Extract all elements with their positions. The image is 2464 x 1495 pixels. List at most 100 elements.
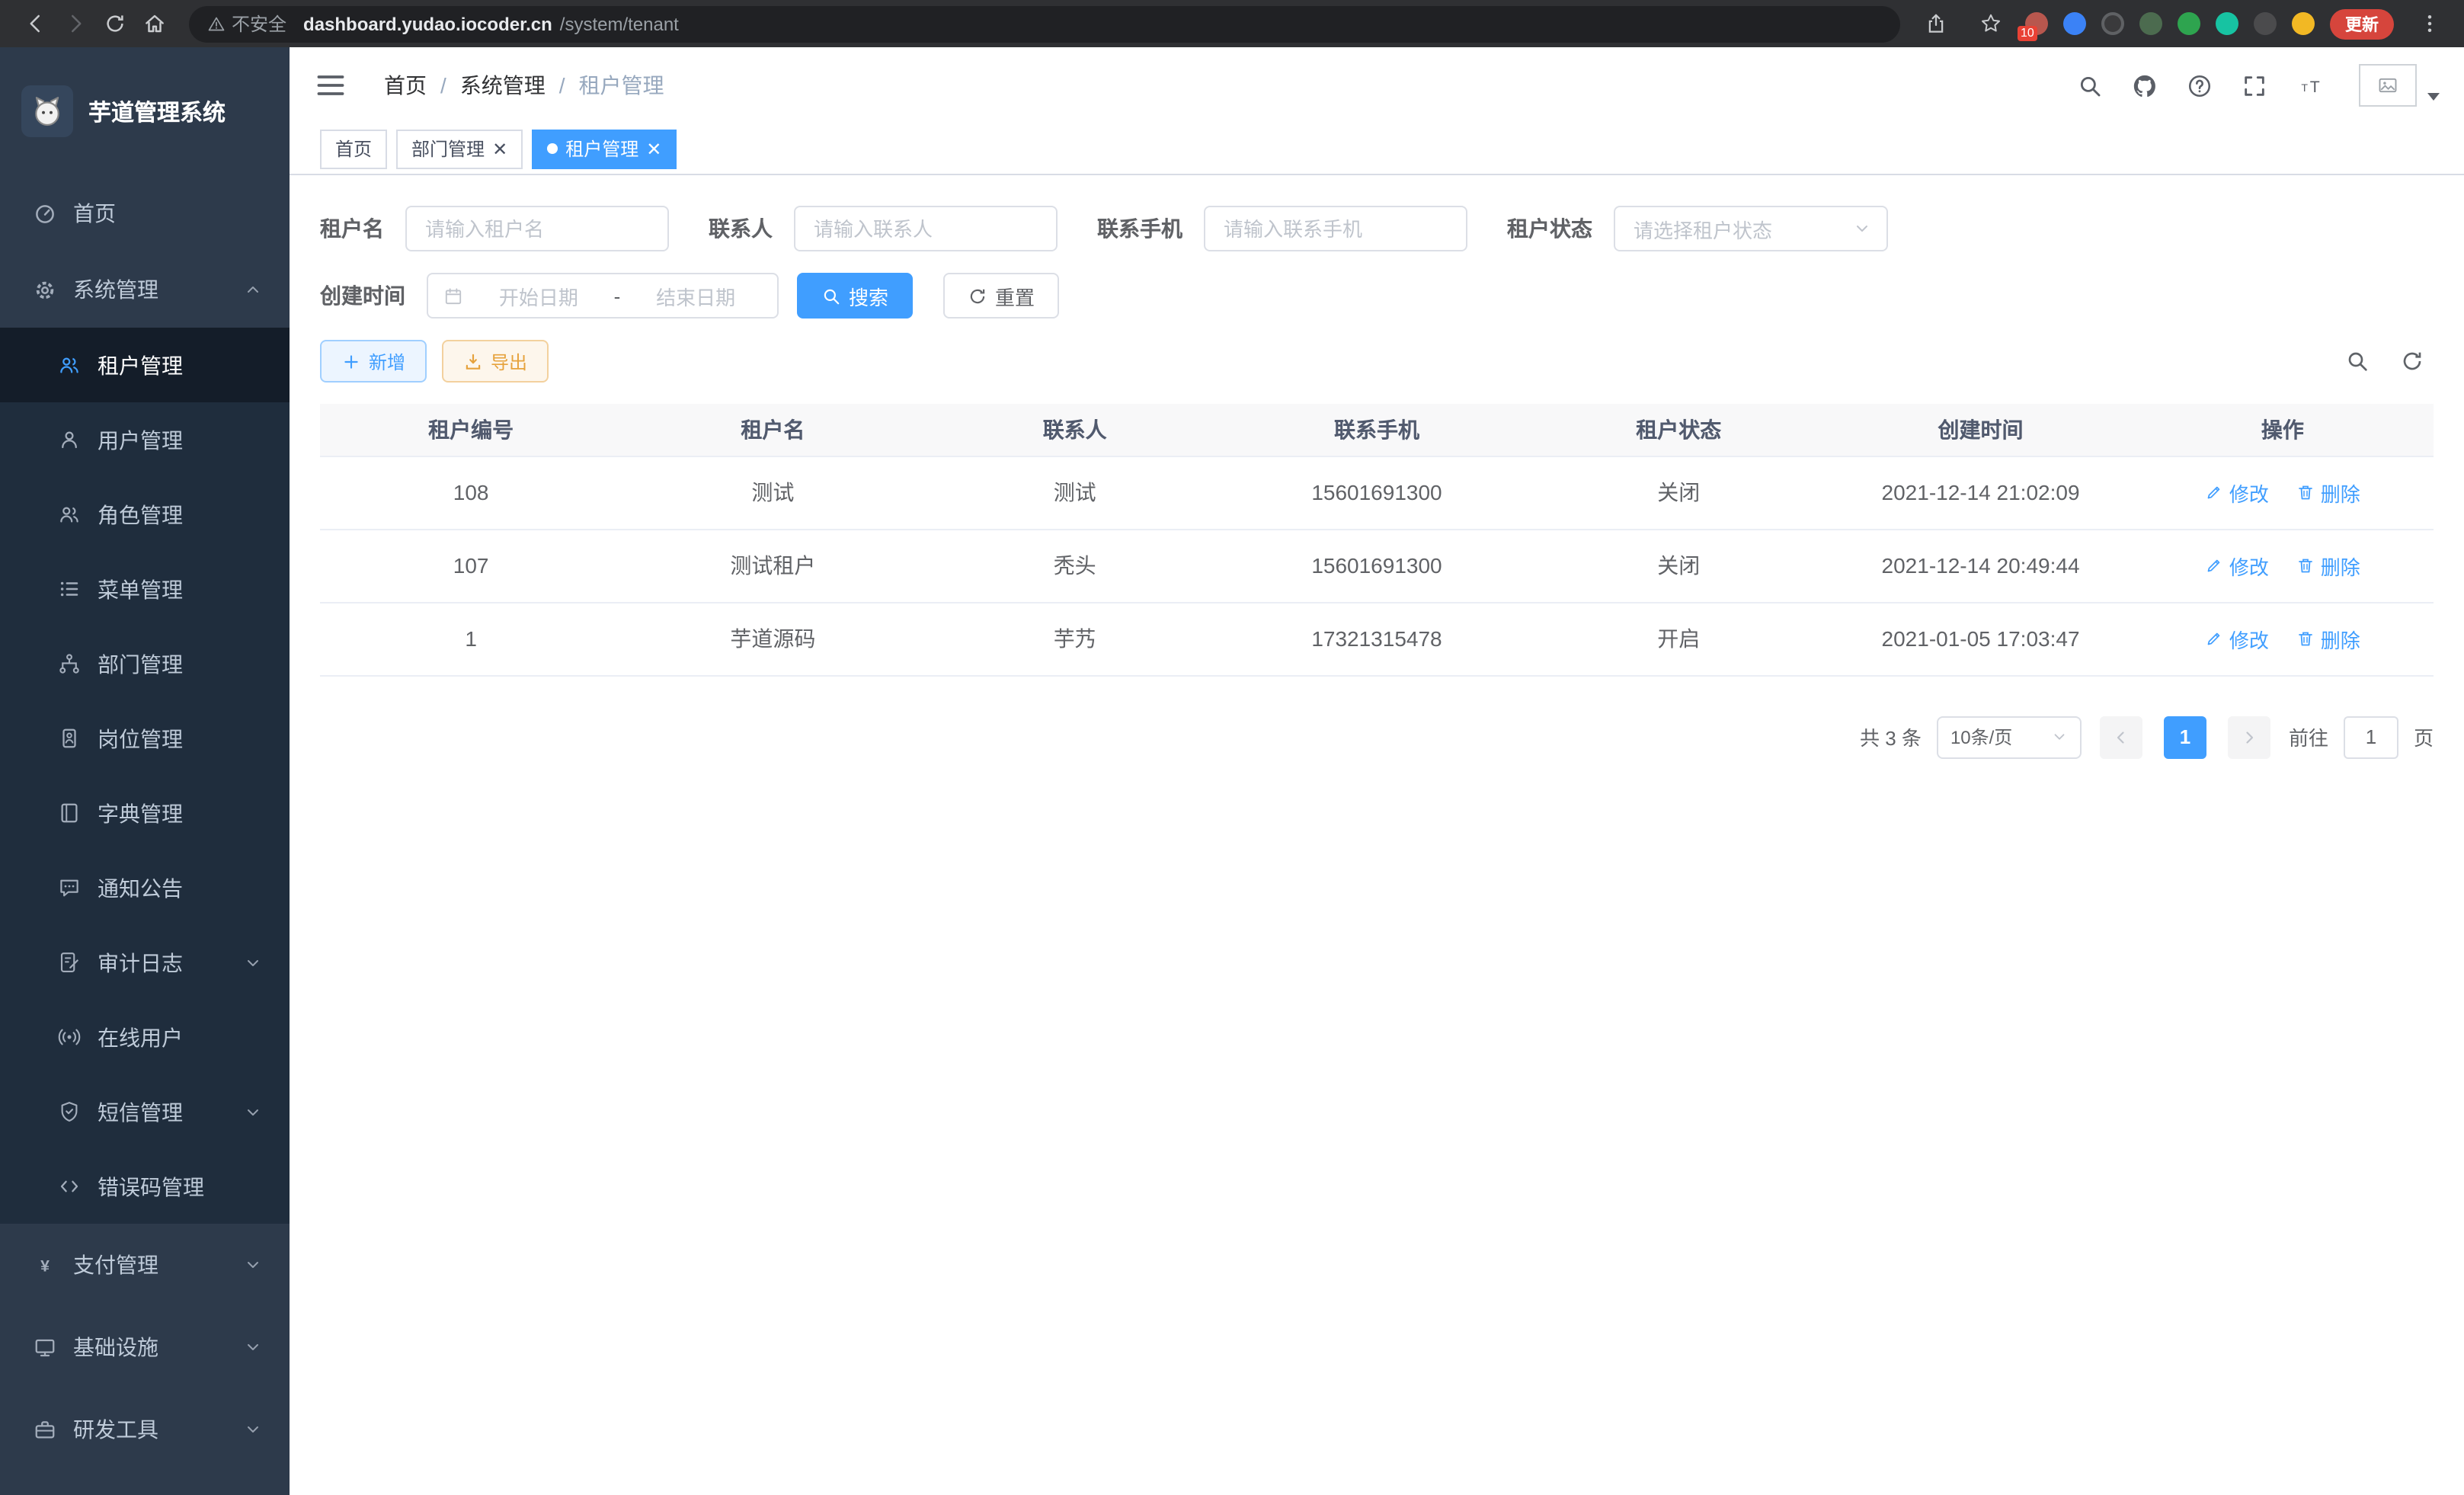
app-title: 芋道管理系统 — [88, 95, 226, 127]
app-logo-image — [21, 85, 73, 137]
refresh-icon — [968, 286, 987, 306]
screen: 不安全 dashboard.yudao.iocoder.cn/system/te… — [0, 0, 2464, 1495]
add-button[interactable]: 新增 — [320, 340, 427, 383]
main-area: 首页 / 系统管理 / 租户管理 — [290, 47, 2464, 1495]
sidebar-item-home[interactable]: 首页 — [0, 175, 290, 251]
github-icon — [2132, 72, 2158, 98]
tenant-table: 租户编号 租户名 联系人 联系手机 租户状态 创建时间 操作 108 测试 — [320, 404, 2434, 676]
extension-icon[interactable] — [2254, 12, 2277, 35]
edit-button[interactable]: 修改 — [2205, 551, 2269, 580]
sidebar-item-user[interactable]: 用户管理 — [0, 402, 290, 477]
browser-menu-button[interactable] — [2409, 4, 2449, 43]
dashboard-icon — [34, 202, 56, 225]
sidebar-item-tenant[interactable]: 租户管理 — [0, 328, 290, 402]
breadcrumb-home[interactable]: 首页 — [384, 70, 427, 101]
export-button[interactable]: 导出 — [442, 340, 549, 383]
chevron-down-icon — [244, 1103, 262, 1121]
browser-forward-button[interactable] — [55, 4, 94, 43]
sidebar-collapse-button[interactable] — [314, 69, 347, 102]
tab-tenant[interactable]: 租户管理 ✕ — [532, 129, 677, 168]
share-button[interactable] — [1915, 4, 1955, 43]
yen-icon — [34, 1253, 56, 1276]
goto-page-input[interactable] — [2344, 715, 2398, 758]
tenant-name-input[interactable] — [405, 206, 669, 251]
star-icon — [1979, 12, 2002, 35]
mobile-input[interactable] — [1204, 206, 1467, 251]
sidebar-item-system[interactable]: 系统管理 — [0, 251, 290, 328]
sidebar-item-audit-log[interactable]: 审计日志 — [0, 925, 290, 1000]
sidebar-item-payment[interactable]: 支付管理 — [0, 1224, 290, 1306]
delete-button[interactable]: 删除 — [2296, 551, 2360, 580]
system-submenu: 租户管理 用户管理 角色管理 菜单管理 — [0, 328, 290, 1224]
address-bar[interactable]: 不安全 dashboard.yudao.iocoder.cn/system/te… — [189, 5, 1900, 42]
sidebar-item-post[interactable]: 岗位管理 — [0, 701, 290, 776]
date-range-picker[interactable]: 开始日期 - 结束日期 — [427, 273, 779, 319]
cell-contact: 芋艿 — [924, 602, 1226, 675]
breadcrumb-system[interactable]: 系统管理 — [460, 70, 546, 101]
toggle-search-button[interactable] — [2345, 349, 2370, 373]
filter-mobile: 联系手机 — [1097, 206, 1467, 251]
search-button[interactable]: 搜索 — [797, 273, 913, 319]
tab-dept[interactable]: 部门管理 ✕ — [396, 129, 523, 168]
edit-button[interactable]: 修改 — [2205, 478, 2269, 507]
sidebar-item-error-code[interactable]: 错误码管理 — [0, 1149, 290, 1224]
sidebar-item-dept[interactable]: 部门管理 — [0, 626, 290, 701]
sidebar-item-online-users[interactable]: 在线用户 — [0, 1000, 290, 1074]
plus-icon — [341, 351, 361, 371]
browser-home-button[interactable] — [134, 4, 174, 43]
next-page-button[interactable] — [2228, 715, 2270, 758]
font-size-button[interactable] — [2296, 72, 2330, 98]
delete-button[interactable]: 删除 — [2296, 478, 2360, 507]
field-label: 联系手机 — [1097, 213, 1182, 244]
extension-icon[interactable] — [2063, 12, 2086, 35]
contact-input[interactable] — [794, 206, 1058, 251]
search-icon — [821, 286, 841, 306]
select-placeholder: 请选择租户状态 — [1634, 214, 1853, 243]
extension-icon[interactable]: 10 — [2025, 12, 2048, 35]
sidebar: 芋道管理系统 首页 系统管理 租户管理 — [0, 47, 290, 1495]
bookmark-button[interactable] — [1970, 4, 2010, 43]
toolbox-icon — [34, 1418, 56, 1441]
app-logo[interactable]: 芋道管理系统 — [0, 47, 290, 175]
fullscreen-button[interactable] — [2242, 72, 2267, 98]
column-header-name: 租户名 — [622, 404, 923, 456]
sidebar-item-dict[interactable]: 字典管理 — [0, 776, 290, 850]
sidebar-item-devtools[interactable]: 研发工具 — [0, 1388, 290, 1471]
user-menu[interactable] — [2359, 64, 2440, 107]
security-status[interactable]: 不安全 — [207, 11, 286, 37]
reset-button[interactable]: 重置 — [943, 273, 1059, 319]
browser-back-button[interactable] — [15, 4, 55, 43]
sidebar-item-notice[interactable]: 通知公告 — [0, 850, 290, 925]
profile-avatar[interactable] — [2292, 12, 2315, 35]
delete-button[interactable]: 删除 — [2296, 624, 2360, 653]
cell-tenant-name: 测试 — [622, 456, 923, 529]
table-row: 108 测试 测试 15601691300 关闭 2021-12-14 21:0… — [320, 456, 2434, 529]
extension-icon[interactable] — [2216, 12, 2238, 35]
close-icon[interactable]: ✕ — [646, 139, 661, 158]
extension-icon[interactable] — [2139, 12, 2162, 35]
users-icon — [58, 503, 81, 526]
github-link[interactable] — [2132, 72, 2158, 98]
close-icon[interactable]: ✕ — [492, 139, 507, 158]
tab-home[interactable]: 首页 — [320, 129, 387, 168]
extension-icon[interactable] — [2178, 12, 2200, 35]
page-size-select[interactable]: 10条/页 — [1937, 715, 2082, 758]
browser-reload-button[interactable] — [94, 4, 134, 43]
page-number-button[interactable]: 1 — [2164, 715, 2206, 758]
sidebar-item-infra[interactable]: 基础设施 — [0, 1306, 290, 1388]
sidebar-item-menu[interactable]: 菜单管理 — [0, 552, 290, 626]
extension-icon[interactable] — [2101, 12, 2124, 35]
sidebar-item-label: 字典管理 — [98, 798, 183, 828]
header-search-button[interactable] — [2077, 72, 2103, 98]
tags-view: 首页 部门管理 ✕ 租户管理 ✕ — [290, 123, 2464, 175]
sidebar-item-role[interactable]: 角色管理 — [0, 477, 290, 552]
edit-button[interactable]: 修改 — [2205, 624, 2269, 653]
refresh-table-button[interactable] — [2400, 349, 2424, 373]
prev-page-button[interactable] — [2100, 715, 2142, 758]
cell-actions: 修改 删除 — [2132, 456, 2434, 529]
status-select[interactable]: 请选择租户状态 — [1614, 206, 1888, 251]
page-unit-label: 页 — [2414, 722, 2434, 751]
sidebar-item-sms[interactable]: 短信管理 — [0, 1074, 290, 1149]
help-button[interactable] — [2187, 72, 2213, 98]
browser-update-button[interactable]: 更新 — [2330, 8, 2394, 39]
